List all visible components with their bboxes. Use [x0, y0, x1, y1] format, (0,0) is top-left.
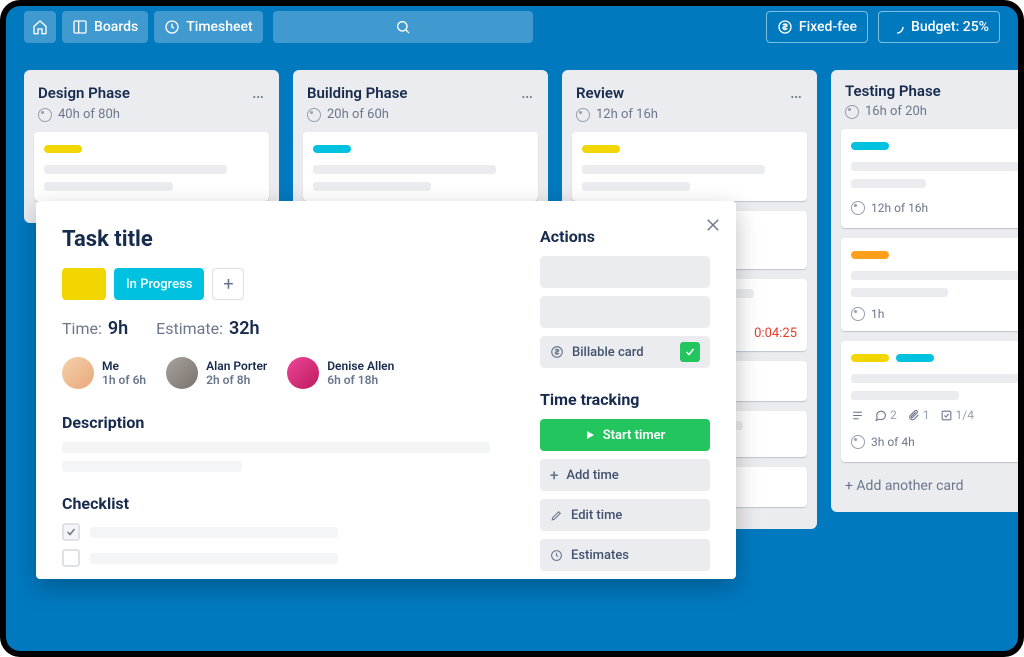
gauge-icon [576, 108, 590, 122]
estimates-button[interactable]: Estimates [540, 539, 710, 571]
card-detail-modal: Task title In Progress + Time: 9h Estima… [36, 201, 736, 579]
task-color-tag[interactable] [62, 268, 106, 300]
budget-button[interactable]: Budget: 25% [878, 11, 1000, 43]
time-label: Time: [62, 319, 102, 338]
card[interactable]: 1h [841, 238, 1018, 331]
gauge-icon [845, 105, 859, 119]
column-title: Design Phase [38, 84, 130, 102]
card-label [44, 145, 82, 153]
close-button[interactable] [704, 215, 722, 239]
checkbox-unchecked[interactable] [62, 549, 80, 567]
avatar [62, 357, 94, 389]
card-time: 12h of 16h [871, 201, 928, 215]
column-title: Building Phase [307, 84, 408, 102]
gauge-icon [851, 435, 865, 449]
card-label [313, 145, 351, 153]
actions-heading: Actions [540, 227, 710, 246]
fixed-fee-label: Fixed-fee [799, 19, 857, 35]
add-card-button[interactable]: + Add another card [841, 472, 1018, 500]
fixed-fee-button[interactable]: Fixed-fee [766, 11, 868, 43]
gauge-icon [38, 108, 52, 122]
card-label [896, 354, 934, 362]
card[interactable] [572, 132, 807, 201]
gauge-icon [851, 201, 865, 215]
column-menu[interactable]: … [252, 82, 265, 103]
boards-icon [72, 19, 88, 35]
checklist-icon [940, 409, 953, 422]
checklist-item[interactable] [62, 523, 512, 541]
boards-button[interactable]: Boards [62, 11, 148, 43]
pencil-icon [550, 509, 563, 522]
billable-card-toggle[interactable]: Billable card [540, 336, 710, 368]
estimate-value: 32h [229, 318, 260, 339]
column-hours: 16h of 20h [865, 104, 927, 119]
budget-label: Budget: 25% [911, 19, 989, 35]
card[interactable]: 12h of 16h [841, 129, 1018, 228]
gauge-icon [851, 307, 865, 321]
card[interactable] [303, 132, 538, 201]
edit-time-button[interactable]: Edit time [540, 499, 710, 531]
card-label [851, 251, 889, 259]
card-time: 3h of 4h [871, 435, 915, 449]
dollar-icon [777, 19, 793, 35]
home-icon [32, 19, 48, 35]
home-button[interactable] [24, 11, 56, 43]
checklist-heading: Checklist [62, 494, 512, 513]
time-value: 9h [108, 318, 128, 339]
dollar-icon [550, 345, 564, 359]
checkbox-checked[interactable] [62, 523, 80, 541]
boards-label: Boards [94, 19, 138, 35]
billable-checked-icon [680, 342, 700, 362]
card-label [851, 142, 889, 150]
gauge-icon [307, 108, 321, 122]
assignee[interactable]: Me 1h of 6h [62, 357, 146, 389]
search-input[interactable] [273, 11, 533, 43]
timetracking-heading: Time tracking [540, 390, 710, 409]
avatar [166, 357, 198, 389]
running-timer: 0:04:25 [754, 326, 797, 341]
description-icon [851, 409, 864, 422]
description-heading: Description [62, 413, 512, 432]
task-title: Task title [62, 227, 512, 252]
action-button[interactable] [540, 256, 710, 288]
avatar [287, 357, 319, 389]
clock-icon [550, 549, 563, 562]
timesheet-label: Timesheet [186, 19, 252, 35]
action-button[interactable] [540, 296, 710, 328]
add-time-button[interactable]: + Add time [540, 459, 710, 491]
card-time: 1h [871, 307, 884, 321]
estimate-label: Estimate: [156, 319, 223, 338]
column-title: Testing Phase [845, 82, 941, 100]
card[interactable] [34, 132, 269, 201]
card[interactable]: 2 1 1/4 3h of 4h [841, 341, 1018, 462]
card-label [582, 145, 620, 153]
search-icon [395, 19, 411, 35]
column-title: Review [576, 84, 624, 102]
column-hours: 20h of 60h [327, 107, 389, 122]
comment-icon [874, 409, 887, 422]
timesheet-button[interactable]: Timesheet [154, 11, 262, 43]
description-body[interactable] [62, 442, 512, 472]
column-hours: 40h of 80h [58, 107, 120, 122]
add-tag-button[interactable]: + [212, 268, 244, 300]
play-icon [585, 430, 595, 440]
clock-icon [164, 19, 180, 35]
budget-icon [889, 19, 905, 35]
assignee[interactable]: Alan Porter 2h of 8h [166, 357, 267, 389]
plus-icon: + [550, 466, 558, 484]
topbar: Boards Timesheet Fixed-fee Budget: 25% [6, 6, 1018, 48]
checklist-item[interactable] [62, 549, 512, 567]
column-menu[interactable]: … [790, 82, 803, 103]
card-label [851, 354, 889, 362]
column-menu[interactable]: … [521, 82, 534, 103]
task-status-tag[interactable]: In Progress [114, 268, 204, 300]
column-testing: Testing Phase 16h of 20h 12h of 16h [831, 70, 1018, 512]
close-icon [704, 216, 722, 234]
attachment-icon [907, 409, 920, 422]
assignee[interactable]: Denise Allen 6h of 18h [287, 357, 394, 389]
column-hours: 12h of 16h [596, 107, 658, 122]
start-timer-button[interactable]: Start timer [540, 419, 710, 451]
